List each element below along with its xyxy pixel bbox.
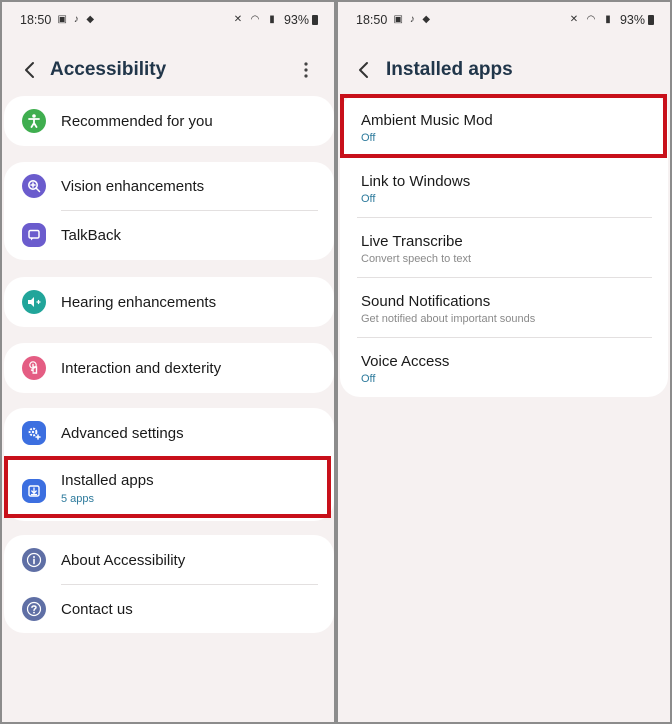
gallery-icon: ▣: [57, 14, 67, 25]
item-label: Live Transcribe: [361, 233, 463, 250]
status-time: 18:50: [20, 13, 52, 27]
list-item-contact[interactable]: Contact us: [4, 585, 334, 633]
mute-icon: ✕: [569, 14, 579, 25]
item-label: Advanced settings: [61, 424, 184, 442]
battery-icon: [312, 15, 318, 25]
item-subtitle: Get notified about important sounds: [361, 313, 536, 325]
battery-percent: 93%: [619, 13, 645, 27]
item-label: About Accessibility: [61, 551, 186, 569]
status-bar: 18:50 ▣ ♪ ◆ ✕ ◠ ▮ 93%: [20, 12, 318, 28]
hearing-volume-icon: [22, 290, 46, 314]
help-question-icon: [22, 597, 46, 621]
touch-hand-icon: [22, 356, 46, 380]
item-label: TalkBack: [61, 226, 122, 244]
card-hearing: Hearing enhancements: [4, 277, 334, 327]
gallery-icon: ▣: [393, 14, 403, 25]
app-header: Accessibility: [2, 50, 334, 90]
card-recommended: Recommended for you: [4, 96, 334, 146]
list-item-link-to-windows[interactable]: Link to Windows Off: [340, 157, 668, 217]
list-item-hearing[interactable]: Hearing enhancements: [4, 278, 334, 326]
more-options-icon[interactable]: [294, 58, 318, 82]
magnifier-plus-icon: [22, 174, 46, 198]
music-icon: ♪: [409, 14, 415, 25]
highlight-box: [4, 456, 331, 518]
list-item-recommended[interactable]: Recommended for you: [4, 97, 334, 145]
app-header: Installed apps: [338, 50, 670, 90]
list-item-about[interactable]: About Accessibility: [4, 536, 334, 584]
list-item-sound-notifications[interactable]: Sound Notifications Get notified about i…: [340, 277, 668, 337]
wifi-icon: ◠: [586, 14, 596, 25]
item-label: Recommended for you: [61, 112, 213, 130]
item-label: Link to Windows: [361, 173, 471, 190]
card-about: About Accessibility Contact us: [4, 535, 334, 633]
accessibility-person-icon: [22, 109, 46, 133]
status-time: 18:50: [356, 13, 388, 27]
wifi-icon: ◠: [250, 14, 260, 25]
list-item-live-transcribe[interactable]: Live Transcribe Convert speech to text: [340, 217, 668, 277]
battery-icon: [648, 15, 654, 25]
battery-percent: 93%: [283, 13, 309, 27]
installed-apps-screen: 18:50 ▣ ♪ ◆ ✕ ◠ ▮ 93% Installed apps Amb…: [338, 2, 670, 722]
card-interaction: Interaction and dexterity: [4, 343, 334, 393]
accessibility-screen: 18:50 ▣ ♪ ◆ ✕ ◠ ▮ 93% Accessibility Reco…: [2, 2, 334, 722]
page-title: Accessibility: [50, 59, 167, 80]
item-subtitle: Convert speech to text: [361, 253, 472, 265]
mute-icon: ✕: [233, 14, 243, 25]
list-item-interaction[interactable]: Interaction and dexterity: [4, 344, 334, 392]
page-title: Installed apps: [386, 59, 513, 80]
list-item-talkback[interactable]: TalkBack: [4, 211, 334, 259]
list-item-voice-access[interactable]: Voice Access Off: [340, 337, 668, 397]
item-subtitle: Off: [361, 373, 376, 385]
chat-bubble-icon: [22, 223, 46, 247]
info-icon: [22, 548, 46, 572]
status-bar: 18:50 ▣ ♪ ◆ ✕ ◠ ▮ 93%: [356, 12, 654, 28]
card-vision: Vision enhancements TalkBack: [4, 162, 334, 260]
music-icon: ♪: [73, 14, 79, 25]
item-label: Vision enhancements: [61, 177, 205, 195]
item-label: Sound Notifications: [361, 293, 491, 310]
back-arrow-icon[interactable]: [352, 58, 376, 82]
gear-plus-icon: [22, 421, 46, 445]
app-icon: ◆: [422, 14, 431, 25]
item-label: Hearing enhancements: [61, 293, 217, 311]
item-label: Contact us: [61, 600, 133, 618]
signal-icon: ▮: [269, 14, 275, 25]
app-icon: ◆: [86, 14, 95, 25]
list-item-advanced-settings[interactable]: Advanced settings: [4, 409, 334, 457]
list-item-vision[interactable]: Vision enhancements: [4, 162, 334, 210]
item-label: Interaction and dexterity: [61, 359, 222, 377]
highlight-box: [340, 94, 667, 158]
back-arrow-icon[interactable]: [18, 58, 42, 82]
item-label: Voice Access: [361, 353, 450, 370]
item-subtitle: Off: [361, 193, 376, 205]
signal-icon: ▮: [605, 14, 611, 25]
